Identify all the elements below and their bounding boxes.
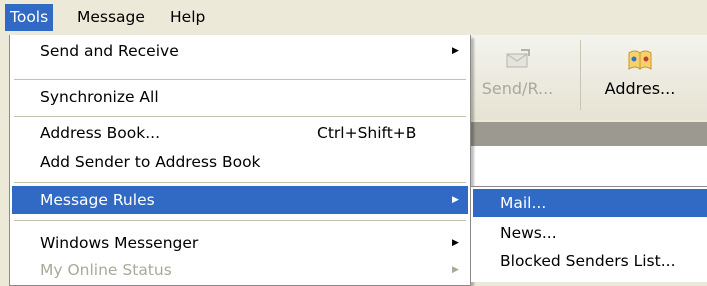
menu-item-label: Synchronize All: [40, 88, 159, 106]
toolbar-separator: [580, 40, 581, 110]
menu-item-windows-messenger[interactable]: Windows Messenger ▶: [12, 229, 468, 257]
submenu-item-label: Blocked Senders List...: [500, 252, 676, 270]
menu-tools[interactable]: Tools: [5, 4, 54, 31]
submenu-arrow-icon: ▶: [452, 265, 459, 275]
message-rules-submenu: Mail... News... Blocked Senders List...: [470, 186, 707, 282]
menu-item-add-sender[interactable]: Add Sender to Address Book: [12, 148, 468, 176]
submenu-item-blocked-senders[interactable]: Blocked Senders List...: [473, 247, 707, 275]
submenu-arrow-icon: ▶: [452, 46, 459, 56]
menu-item-address-book[interactable]: Address Book... Ctrl+Shift+B: [12, 119, 468, 147]
menu-bar: Tools Message Help: [0, 0, 707, 35]
submenu-item-label: News...: [500, 224, 557, 242]
submenu-arrow-icon: ▶: [452, 238, 459, 248]
menu-item-shortcut: Ctrl+Shift+B: [317, 124, 417, 142]
menu-separator: [14, 79, 466, 80]
addresses-button[interactable]: Addres...: [600, 45, 680, 98]
menu-item-message-rules[interactable]: Message Rules ▶: [12, 186, 468, 214]
menu-item-label: Message Rules: [40, 191, 155, 209]
menu-item-my-online-status: My Online Status ▶: [12, 256, 468, 284]
send-receive-button[interactable]: Send/R...: [480, 45, 555, 98]
menu-message[interactable]: Message: [72, 4, 150, 31]
address-book-icon: [600, 45, 680, 75]
addresses-label: Addres...: [604, 79, 676, 98]
menu-item-label: Send and Receive: [40, 42, 179, 60]
menu-item-label: My Online Status: [40, 261, 172, 279]
menu-item-label: Address Book...: [40, 124, 161, 142]
submenu-item-mail[interactable]: Mail...: [473, 189, 707, 217]
menu-help[interactable]: Help: [165, 4, 210, 31]
tools-menu-dropdown: Send and Receive ▶ Synchronize All Addre…: [9, 35, 471, 286]
menu-item-label: Add Sender to Address Book: [40, 153, 261, 171]
menu-separator: [14, 220, 466, 221]
toolbar: Send/R... Addres...: [470, 35, 707, 120]
menu-item-synchronize-all[interactable]: Synchronize All: [12, 83, 468, 111]
send-receive-label: Send/R...: [481, 79, 554, 98]
send-receive-icon: [480, 45, 555, 75]
menu-item-send-and-receive[interactable]: Send and Receive ▶: [12, 37, 468, 65]
submenu-item-label: Mail...: [500, 194, 547, 212]
folder-bar: [470, 122, 707, 146]
menu-item-label: Windows Messenger: [40, 234, 199, 252]
submenu-item-news[interactable]: News...: [473, 219, 707, 247]
menu-separator: [14, 182, 466, 183]
submenu-arrow-icon: ▶: [452, 195, 459, 205]
menu-separator: [14, 116, 466, 117]
